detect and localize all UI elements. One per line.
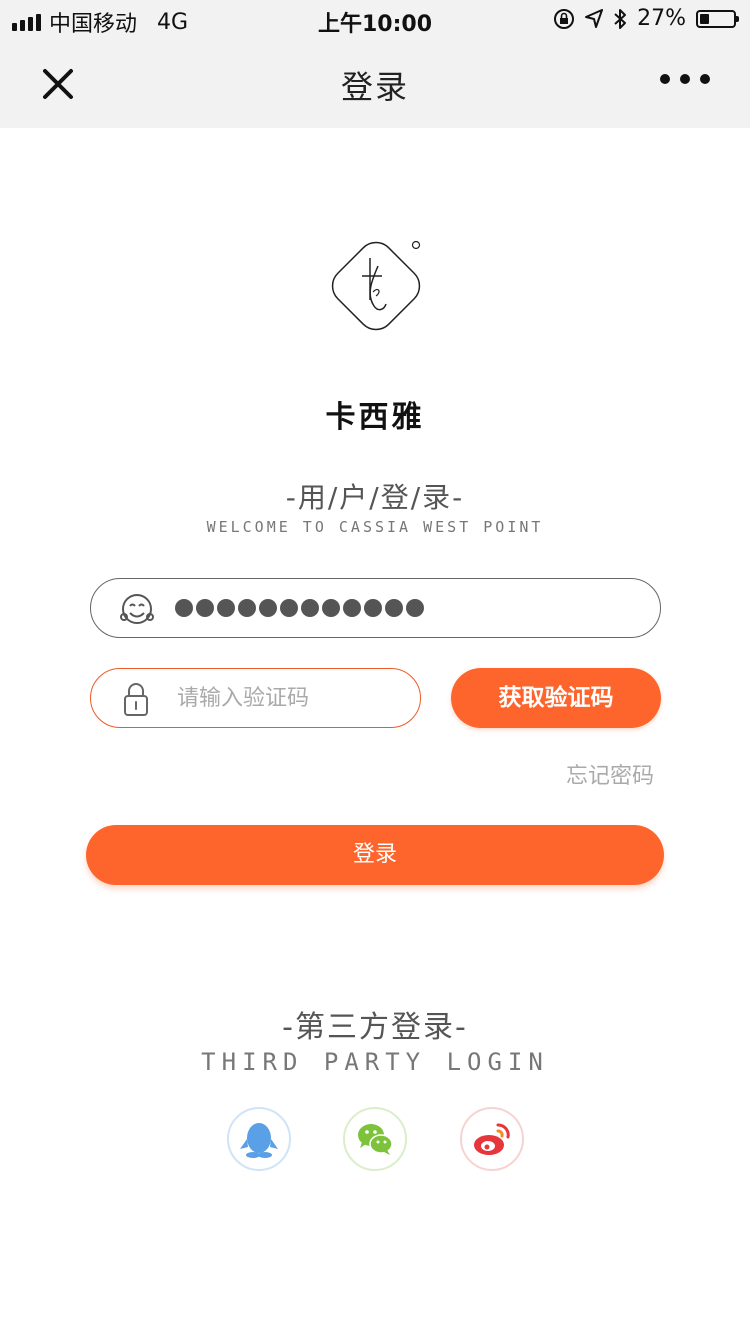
username-field[interactable]	[90, 578, 661, 638]
masked-char-dot	[322, 599, 340, 617]
lock-icon	[124, 683, 148, 716]
username-masked-value	[175, 599, 424, 617]
user-face-icon	[120, 594, 154, 624]
weibo-icon	[474, 1123, 510, 1155]
battery-percent: 27%	[637, 6, 686, 31]
masked-char-dot	[343, 599, 361, 617]
status-bar: 中国移动 4G 上午10:00 27%	[0, 0, 750, 40]
forgot-password-link[interactable]: 忘记密码	[566, 758, 654, 790]
masked-char-dot	[238, 599, 256, 617]
qq-icon	[240, 1123, 278, 1158]
location-icon	[585, 8, 604, 28]
battery-icon	[696, 9, 739, 28]
masked-char-dot	[259, 599, 277, 617]
third-party-subtitle: THIRD PARTY LOGIN	[201, 1048, 549, 1076]
more-icon[interactable]	[660, 74, 710, 84]
wechat-icon	[358, 1124, 393, 1155]
login-button[interactable]: 登录	[86, 825, 664, 885]
masked-char-dot	[196, 599, 214, 617]
masked-char-dot	[301, 599, 319, 617]
bluetooth-icon	[614, 8, 627, 29]
brand-name: 卡西雅	[325, 400, 425, 435]
masked-char-dot	[385, 599, 403, 617]
login-section-subtitle: WELCOME TO CASSIA WEST POINT	[206, 518, 544, 536]
verification-code-input[interactable]	[177, 679, 397, 717]
rotation-lock-icon	[554, 8, 575, 29]
masked-char-dot	[175, 599, 193, 617]
qq-login-button[interactable]	[227, 1107, 291, 1171]
nav-bar: 登录	[0, 40, 750, 128]
masked-char-dot	[364, 599, 382, 617]
masked-char-dot	[406, 599, 424, 617]
verification-code-field[interactable]	[90, 668, 421, 728]
page-title: 登录	[340, 68, 409, 106]
brand-logo	[331, 240, 421, 331]
masked-char-dot	[280, 599, 298, 617]
weibo-login-button[interactable]	[460, 1107, 524, 1171]
get-code-button[interactable]: 获取验证码	[451, 668, 661, 728]
masked-char-dot	[217, 599, 235, 617]
login-section-title: -用/户/登/录-	[285, 481, 465, 514]
third-party-title: -第三方登录-	[282, 1010, 468, 1045]
wechat-login-button[interactable]	[343, 1107, 407, 1171]
